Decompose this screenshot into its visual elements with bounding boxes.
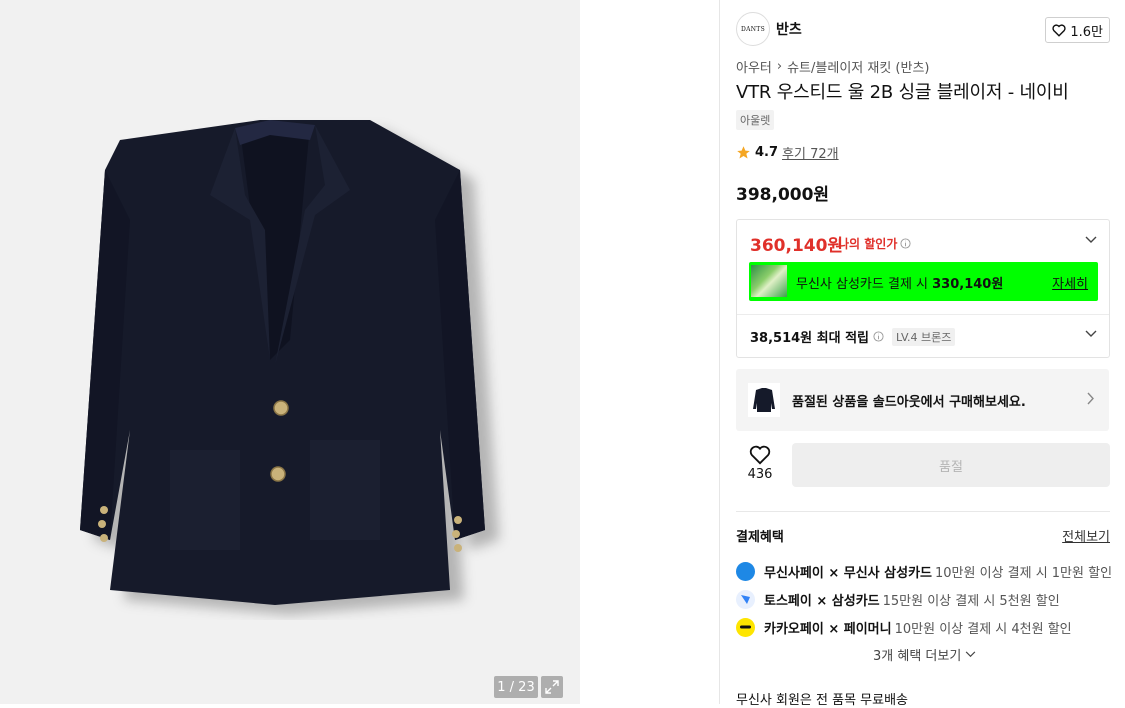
- like-button[interactable]: 436: [736, 445, 784, 482]
- card-promo-price: 330,140원: [932, 277, 1004, 292]
- toss-pay-icon: [736, 589, 755, 609]
- benefit-name: 카카오페이 × 페이머니: [764, 621, 892, 637]
- expand-icon: [545, 680, 559, 694]
- brand-row: DANTS 반츠 1.6만: [736, 12, 1110, 46]
- discount-box-divider: [737, 314, 1109, 315]
- payment-benefits-title: 결제혜택: [736, 530, 784, 545]
- benefit-desc: 10만원 이상 결제 시 4천원 할인: [894, 621, 1072, 637]
- payment-benefits-view-all[interactable]: 전체보기: [1062, 526, 1110, 545]
- heart-icon: [749, 445, 771, 465]
- like-count: 436: [747, 467, 773, 482]
- more-benefits-label: 3개 혜택 더보기: [873, 649, 962, 664]
- card-promo-detail-link[interactable]: 자세히: [1052, 273, 1088, 292]
- soldout-thumbnail: [748, 383, 780, 417]
- star-icon: [737, 146, 750, 159]
- rating-row: 4.7 후기 72개: [736, 143, 839, 162]
- original-price: 398,000원: [736, 185, 830, 205]
- image-page-counter: 1 / 23: [494, 676, 538, 698]
- my-discount-label-text: 나의 할인가: [838, 237, 898, 251]
- card-promo-thumbnail: [751, 265, 787, 297]
- product-image: [80, 120, 499, 615]
- info-icon[interactable]: [873, 331, 884, 342]
- product-gallery[interactable]: 1 / 23: [0, 0, 580, 704]
- card-promo-prefix: 무신사 삼성카드 결제 시: [796, 277, 933, 292]
- jacket-thumbnail-icon: [753, 388, 775, 412]
- payment-benefits-list: 무신사페이 × 무신사 삼성카드 10만원 이상 결제 시 1만원 할인 토스페…: [736, 557, 1116, 641]
- brand-favorite-button[interactable]: 1.6만: [1045, 17, 1110, 43]
- my-discount-price: 360,140원: [750, 236, 844, 256]
- outlet-tag: 아울렛: [736, 110, 775, 130]
- expand-button[interactable]: [541, 676, 563, 698]
- more-benefits-button[interactable]: 3개 혜택 더보기: [873, 645, 976, 664]
- soldout-buy-button[interactable]: 품절: [792, 443, 1110, 487]
- musinsa-pay-icon: [736, 561, 755, 581]
- benefit-item: 토스페이 × 삼성카드 15만원 이상 결제 시 5천원 할인: [736, 585, 1116, 613]
- product-title: VTR 우스티드 울 2B 싱글 블레이저 - 네이비: [736, 82, 1069, 103]
- breadcrumb-item[interactable]: 아우터: [736, 57, 772, 76]
- brand-name[interactable]: 반츠: [776, 19, 802, 39]
- card-promo-banner[interactable]: 무신사 삼성카드 결제 시 330,140원 자세히: [749, 262, 1098, 301]
- benefit-item: 무신사페이 × 무신사 삼성카드 10만원 이상 결제 시 1만원 할인: [736, 557, 1116, 585]
- soldout-banner[interactable]: 품절된 상품을 솔드아웃에서 구매해보세요.: [736, 369, 1109, 431]
- kakao-pay-icon: [736, 617, 755, 637]
- chevron-down-icon: [965, 651, 976, 658]
- heart-icon: [1052, 23, 1066, 37]
- benefit-name: 무신사페이 × 무신사 삼성카드: [764, 565, 932, 581]
- chevron-down-icon[interactable]: [1085, 330, 1097, 338]
- free-shipping-text: 무신사 회원은 전 품목 무료배송: [736, 693, 909, 708]
- soldout-text: 품절된 상품을 솔드아웃에서 구매해보세요.: [792, 395, 1026, 410]
- breadcrumb-item[interactable]: 슈트/블레이저 재킷 (반츠): [787, 57, 929, 76]
- points-text: 38,514원 최대 적립: [750, 331, 870, 346]
- card-promo-text: 무신사 삼성카드 결제 시 330,140원: [796, 273, 1003, 292]
- my-discount-label: 나의 할인가: [838, 235, 911, 252]
- section-divider: [736, 511, 1110, 512]
- review-link[interactable]: 후기 72개: [782, 143, 839, 162]
- brand-logo[interactable]: DANTS: [736, 12, 770, 46]
- level-badge: LV.4 브론즈: [892, 327, 956, 346]
- benefit-name: 토스페이 × 삼성카드: [764, 593, 880, 609]
- brand-favorite-count: 1.6만: [1070, 24, 1103, 40]
- breadcrumb: 아우터 › 슈트/블레이저 재킷 (반츠): [736, 57, 929, 76]
- benefit-desc: 10만원 이상 결제 시 1만원 할인: [935, 565, 1113, 581]
- info-icon[interactable]: [900, 238, 911, 249]
- chevron-right-icon: ›: [776, 59, 783, 74]
- chevron-right-icon: [1087, 392, 1094, 405]
- benefit-desc: 15만원 이상 결제 시 5천원 할인: [882, 593, 1060, 609]
- points-row: 38,514원 최대 적립 LV.4 브론즈: [750, 327, 956, 346]
- benefit-item: 카카오페이 × 페이머니 10만원 이상 결제 시 4천원 할인: [736, 613, 1116, 641]
- rating-value: 4.7: [755, 145, 779, 160]
- chevron-down-icon[interactable]: [1085, 236, 1097, 244]
- panel-divider: [719, 0, 720, 704]
- discount-box: 360,140원 나의 할인가 무신사 삼성카드 결제 시 330,140원 자…: [736, 219, 1110, 358]
